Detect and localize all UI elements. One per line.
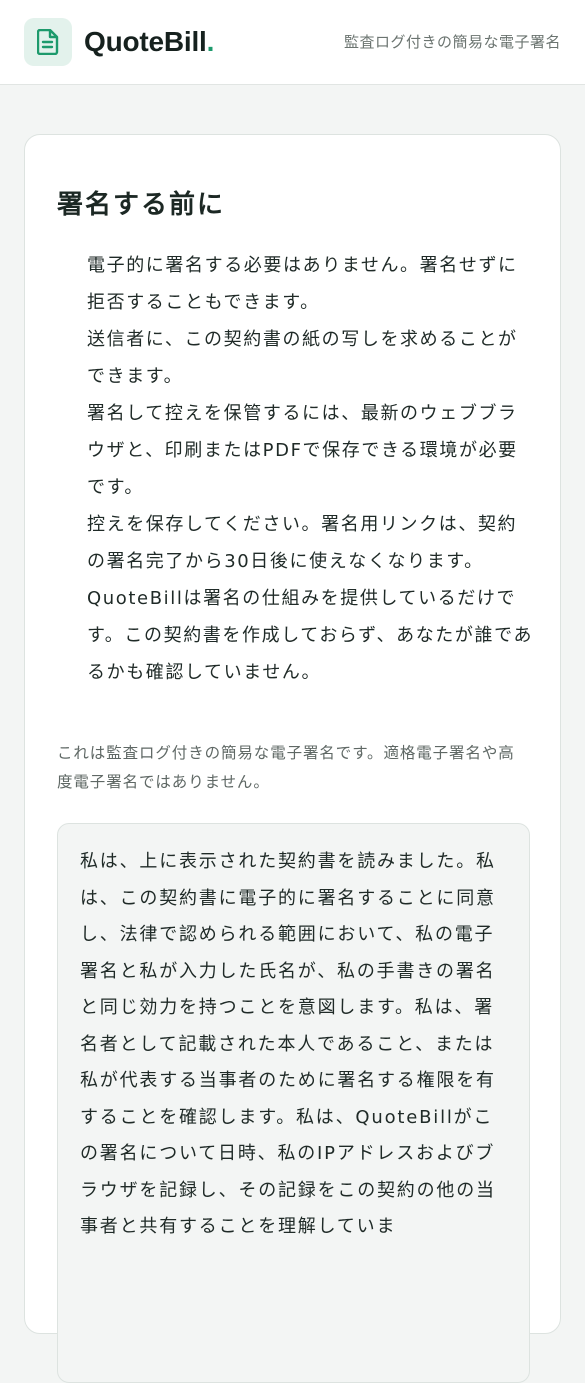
tagline: 監査ログ付きの簡易な電子署名: [343, 33, 561, 51]
notice-title: 署名する前に: [57, 190, 226, 220]
document-icon: [37, 29, 59, 55]
brand-name[interactable]: QuoteBill.: [84, 24, 214, 60]
signing-notice-card: 署名する前に 電子的に署名する必要はありません。署名せずに拒否することもできます…: [24, 134, 561, 1383]
notice-item: 送信者に、この契約書の紙の写しを求めることができます。: [87, 329, 518, 387]
logo[interactable]: [24, 18, 72, 66]
consent-statement-box[interactable]: 私は、上に表示された契約書を読みました。私は、この契約書に電子的に署名することに…: [57, 823, 530, 1383]
notice-item: QuoteBillは署名の仕組みを提供しているだけです。この契約書を作成しておら…: [87, 588, 534, 683]
notice-item: 控えを保存してください。署名用リンクは、契約の署名完了から30日後に使えなくなり…: [87, 514, 518, 572]
notice-item: 署名して控えを保管するには、最新のウェブブラウザと、印刷またはPDFで保存できる…: [87, 403, 518, 498]
app-header: QuoteBill. 監査ログ付きの簡易な電子署名: [0, 0, 585, 85]
signature-type-disclaimer: これは監査ログ付きの簡易な電子署名です。適格電子署名や高度電子署名ではありません…: [57, 744, 515, 791]
brand-dot: .: [206, 26, 215, 57]
brand-text: QuoteBill: [84, 26, 207, 57]
notice-item: 電子的に署名する必要はありません。署名せずに拒否することもできます。: [87, 255, 518, 313]
consent-statement: 私は、上に表示された契約書を読みました。私は、この契約書に電子的に署名することに…: [80, 851, 496, 1237]
notice-list: 電子的に署名する必要はありません。署名せずに拒否することもできます。 送信者に、…: [87, 247, 535, 691]
